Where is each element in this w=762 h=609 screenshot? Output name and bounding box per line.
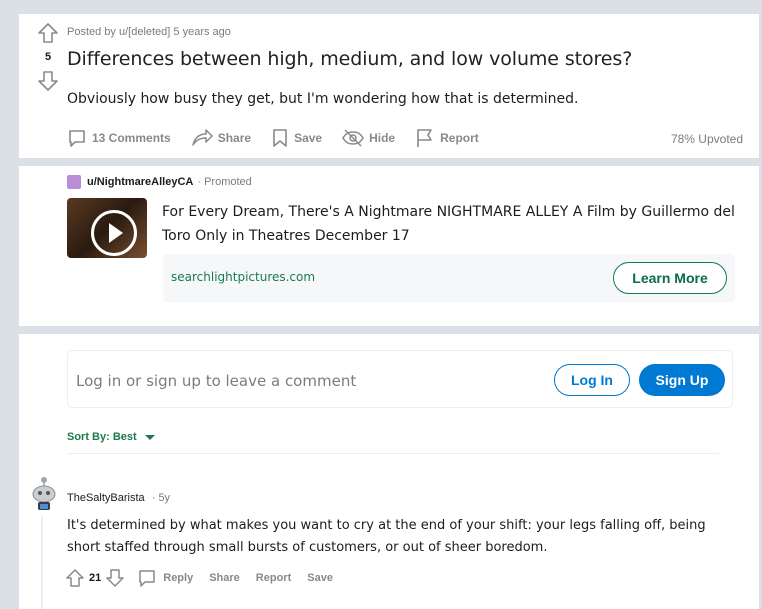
vote-column: 5 <box>28 22 68 92</box>
hide-label: Hide <box>369 131 396 145</box>
play-icon[interactable] <box>91 210 137 256</box>
comment-save-button[interactable]: Save <box>307 572 333 584</box>
sort-dropdown[interactable]: Sort By: Best <box>67 431 155 443</box>
comment-body: It's determined by what makes you want t… <box>67 518 706 555</box>
comments-card: Log in or sign up to leave a comment Log… <box>19 334 759 609</box>
promo-domain-link[interactable]: searchlightpictures.com <box>171 270 315 284</box>
bookmark-icon <box>273 129 287 147</box>
comment-meta: TheSaltyBarista · 5y <box>67 492 170 504</box>
sort-label: Sort By: Best <box>67 431 137 443</box>
share-label: Share <box>217 131 252 145</box>
comment-upvote-icon[interactable] <box>65 568 85 588</box>
reply-icon <box>139 570 155 587</box>
log-in-button[interactable]: Log In <box>554 364 630 396</box>
report-label: Report <box>440 131 479 145</box>
promo-link-bar: searchlightpictures.com Learn More <box>163 254 735 302</box>
post-meta: Posted by u/[deleted] 5 years ago <box>67 26 231 38</box>
divider <box>67 453 719 454</box>
upvote-icon[interactable] <box>37 22 59 44</box>
report-button[interactable]: Report <box>415 128 479 148</box>
reply-button[interactable]: Reply <box>137 568 193 588</box>
comment-author[interactable]: TheSaltyBarista <box>67 492 145 504</box>
reply-label: Reply <box>163 572 194 584</box>
share-icon <box>191 129 213 146</box>
post-body: Obviously how busy they get, but I'm won… <box>67 91 579 107</box>
hide-button[interactable]: Hide <box>342 128 395 148</box>
post-score: 5 <box>44 51 52 63</box>
promoted-ad-card: u/NightmareAlleyCA · Promoted For Every … <box>19 166 759 326</box>
caret-down-icon <box>144 434 155 440</box>
promo-username[interactable]: u/NightmareAlleyCA <box>87 176 193 188</box>
upvote-ratio: 78% Upvoted <box>670 132 743 146</box>
comment-score: 21 <box>89 572 102 584</box>
comment-actions: 21 Reply Share Report Save <box>65 568 349 588</box>
promo-header: u/NightmareAlleyCA · Promoted <box>67 175 252 189</box>
eye-slash-icon <box>342 129 364 147</box>
post-title[interactable]: Differences between high, medium, and lo… <box>67 48 632 70</box>
promo-text[interactable]: For Every Dream, There's A Nightmare NIG… <box>162 200 742 248</box>
snoo-avatar-icon[interactable] <box>29 475 59 511</box>
downvote-icon[interactable] <box>37 70 59 92</box>
post-card: 5 Posted by u/[deleted] 5 years ago Diff… <box>19 14 759 158</box>
comment-share-button[interactable]: Share <box>209 572 240 584</box>
comment-age: · 5y <box>151 492 171 504</box>
comments-label: 13 Comments <box>92 131 171 145</box>
flag-icon <box>417 129 432 147</box>
promoted-label: · Promoted <box>197 176 252 188</box>
save-label: Save <box>294 131 323 145</box>
comment-downvote-icon[interactable] <box>105 568 125 588</box>
learn-more-button[interactable]: Learn More <box>613 262 727 294</box>
share-button[interactable]: Share <box>191 128 251 148</box>
save-button[interactable]: Save <box>271 128 322 148</box>
thread-line[interactable] <box>41 516 43 609</box>
comment-icon <box>69 130 85 147</box>
comments-button[interactable]: 13 Comments <box>67 128 171 148</box>
promo-avatar <box>67 175 81 189</box>
login-prompt-text: Log in or sign up to leave a comment <box>76 372 357 390</box>
video-thumbnail[interactable] <box>67 198 147 258</box>
post-actions: 13 Comments Share Save Hide Report <box>67 128 499 148</box>
sign-up-button[interactable]: Sign Up <box>639 364 725 396</box>
comment-report-button[interactable]: Report <box>256 572 291 584</box>
login-prompt-box: Log in or sign up to leave a comment Log… <box>67 350 733 408</box>
